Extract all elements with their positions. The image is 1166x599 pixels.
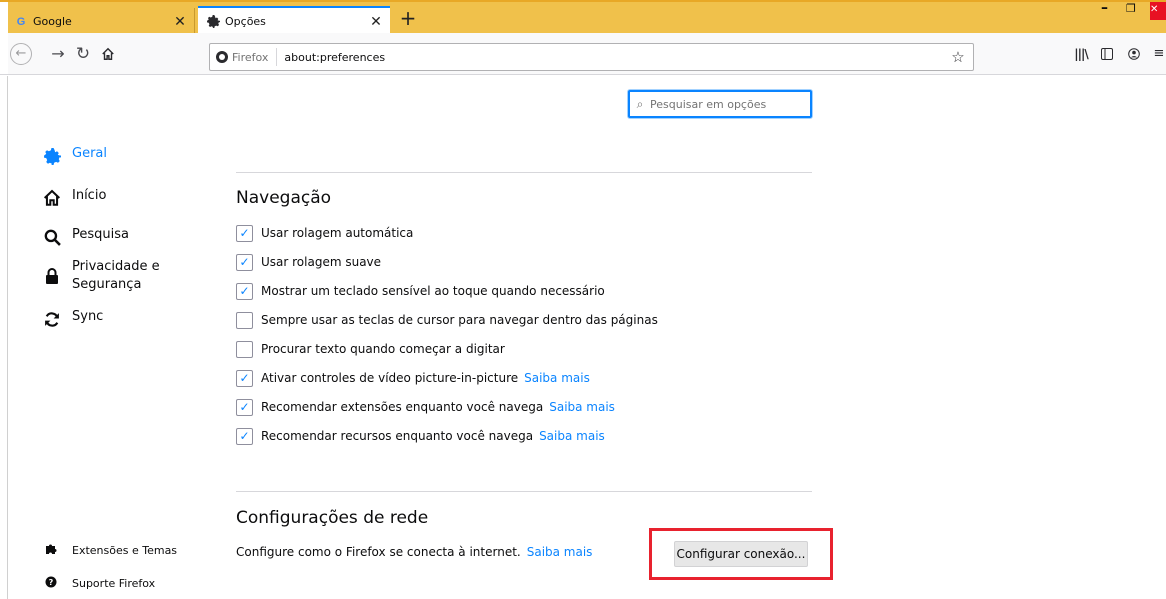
sidebar-item-label-line1: Privacidade e — [72, 259, 160, 274]
sidebar-item-label: Início — [72, 188, 107, 203]
close-window-button[interactable]: ✕ — [1150, 2, 1166, 20]
option-label: Usar rolagem suave — [261, 255, 382, 269]
tab-title: Opções — [225, 15, 266, 28]
library-icon: |||\ — [1074, 47, 1088, 61]
option-row[interactable]: Procurar texto quando começar a digitar — [236, 340, 505, 358]
identity-label: Firefox — [232, 50, 269, 64]
back-button[interactable]: ← — [10, 43, 32, 65]
gear-icon — [42, 146, 62, 166]
forward-arrow-icon: → — [51, 44, 65, 63]
checkbox[interactable] — [236, 340, 253, 358]
option-row[interactable]: Sempre usar as teclas de cursor para nav… — [236, 311, 658, 329]
option-row[interactable]: ✓ Usar rolagem suave — [236, 253, 381, 271]
sidebar-item-sync[interactable]: Sync — [42, 309, 103, 329]
option-label: Usar rolagem automática — [261, 226, 414, 240]
home-icon — [42, 188, 62, 208]
option-label: Recomendar recursos enquanto você navega — [261, 429, 534, 443]
sidebar-footer-label: Suporte Firefox — [72, 577, 156, 590]
window-left-edge — [0, 76, 8, 599]
firefox-icon — [216, 51, 228, 63]
lock-icon — [42, 266, 62, 286]
option-label: Procurar texto quando começar a digitar — [261, 342, 505, 356]
network-description-text: Configure como o Firefox se conecta à in… — [236, 545, 521, 559]
option-row[interactable]: ✓ Mostrar um teclado sensível ao toque q… — [236, 282, 605, 300]
new-tab-button[interactable]: + — [397, 8, 419, 30]
section-divider — [236, 172, 812, 173]
checkbox[interactable]: ✓ — [236, 427, 253, 445]
bookmark-star-icon[interactable]: ☆ — [943, 48, 973, 66]
sidebar-item-pesquisa[interactable]: Pesquisa — [42, 227, 129, 247]
red-highlight-box — [649, 528, 833, 580]
account-button[interactable] — [1124, 45, 1144, 63]
svg-text:?: ? — [49, 578, 54, 587]
sidebar-item-label: Geral — [72, 146, 107, 161]
learn-more-link[interactable]: Saiba mais — [549, 400, 615, 414]
maximize-button[interactable]: ❐ — [1126, 2, 1148, 22]
checkbox[interactable]: ✓ — [236, 282, 253, 300]
window-edge — [0, 33, 8, 74]
sidebar-support-link[interactable]: ? Suporte Firefox — [44, 576, 155, 591]
section-title-rede: Configurações de rede — [236, 508, 429, 528]
option-row[interactable]: ✓ Ativar controles de vídeo picture-in-p… — [236, 369, 590, 387]
option-label: Mostrar um teclado sensível ao toque qua… — [261, 284, 605, 298]
menu-icon: ≡ — [1153, 46, 1165, 61]
menu-button[interactable]: ≡ — [1152, 45, 1166, 63]
back-arrow-icon: ← — [15, 46, 27, 61]
options-search-input[interactable] — [650, 97, 800, 111]
sidebar-item-inicio[interactable]: Início — [42, 188, 106, 208]
sidebar-extensions-link[interactable]: Extensões e Temas — [44, 543, 177, 558]
option-row[interactable]: ✓ Recomendar extensões enquanto você nav… — [236, 398, 615, 416]
section-divider — [236, 491, 812, 492]
option-row[interactable]: ✓ Usar rolagem automática — [236, 224, 413, 242]
search-icon — [42, 227, 62, 247]
sidebar-toggle-button[interactable] — [1097, 45, 1117, 63]
learn-more-link[interactable]: Saiba mais — [539, 429, 605, 443]
minimize-button[interactable]: – — [1101, 1, 1125, 22]
checkbox[interactable]: ✓ — [236, 369, 253, 387]
search-icon: ⌕ — [636, 96, 644, 111]
library-button[interactable]: |||\ — [1071, 45, 1091, 63]
option-label: Recomendar extensões enquanto você naveg… — [261, 400, 544, 414]
checkbox[interactable]: ✓ — [236, 398, 253, 416]
checkbox[interactable]: ✓ — [236, 224, 253, 242]
learn-more-link[interactable]: Saiba mais — [524, 371, 590, 385]
sidebar-item-geral[interactable]: Geral — [42, 146, 107, 166]
home-button[interactable] — [99, 45, 117, 63]
url-text[interactable]: about:preferences — [277, 51, 943, 64]
sidebar-item-label: Privacidade e Segurança — [72, 258, 160, 294]
option-row[interactable]: ✓ Recomendar recursos enquanto você nave… — [236, 427, 605, 445]
network-description: Configure como o Firefox se conecta à in… — [236, 545, 592, 559]
sidebar-footer-label: Extensões e Temas — [72, 544, 178, 557]
checkbox[interactable] — [236, 311, 253, 329]
sidebar-item-label: Sync — [72, 309, 104, 324]
url-bar[interactable]: Firefox about:preferences ☆ — [209, 43, 974, 71]
help-icon: ? — [44, 576, 58, 591]
home-icon — [102, 47, 114, 60]
tab-title: Google — [33, 15, 72, 28]
puzzle-icon — [44, 543, 58, 558]
tab-opcoes[interactable]: Opções ✕ — [198, 6, 390, 35]
gear-icon — [206, 15, 220, 29]
option-label: Sempre usar as teclas de cursor para nav… — [261, 313, 658, 327]
sync-icon — [42, 309, 62, 329]
options-search-box[interactable]: ⌕ — [628, 90, 812, 118]
section-title-navegacao: Navegação — [236, 188, 332, 208]
sidebar-item-privacidade[interactable]: Privacidade e Segurança — [42, 258, 160, 294]
sidebar-item-label-line2: Segurança — [72, 277, 142, 292]
close-tab-icon[interactable]: ✕ — [172, 14, 188, 30]
option-label: Ativar controles de vídeo picture-in-pic… — [261, 371, 519, 385]
reload-button[interactable]: ↻ — [74, 45, 92, 63]
account-icon — [1128, 48, 1140, 60]
checkbox[interactable]: ✓ — [236, 253, 253, 271]
learn-more-link[interactable]: Saiba mais — [527, 545, 593, 559]
reload-icon: ↻ — [75, 44, 91, 64]
google-favicon: G — [16, 15, 26, 28]
forward-button[interactable]: → — [49, 45, 67, 63]
sidebar-icon — [1101, 48, 1113, 60]
tab-google[interactable]: G Google ✕ — [8, 8, 195, 35]
close-tab-icon[interactable]: ✕ — [368, 14, 384, 30]
tab-strip: G Google ✕ Opções ✕ + – ❐ ✕ — [0, 0, 1166, 35]
identity-box[interactable]: Firefox — [210, 48, 278, 66]
sidebar-item-label: Pesquisa — [72, 227, 129, 242]
